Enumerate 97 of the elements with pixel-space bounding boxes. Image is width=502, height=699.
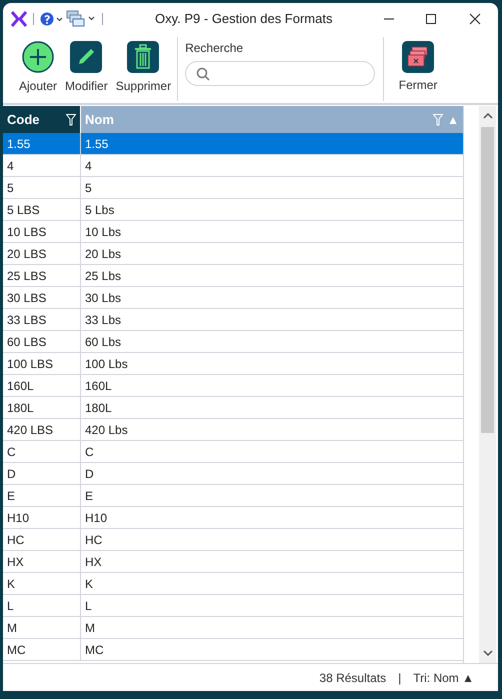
table-row[interactable]: E E	[3, 485, 463, 507]
table-cell-text: 30 Lbs	[84, 290, 122, 306]
table-row[interactable]: H10 H10	[3, 507, 463, 529]
separator: |	[398, 670, 402, 686]
table-cell: 160L	[3, 375, 81, 396]
table-cell: 10 LBS	[3, 221, 81, 242]
close-icon[interactable]	[468, 12, 482, 26]
search-label: Recherche	[185, 40, 244, 57]
column-header[interactable]: Code	[3, 106, 81, 133]
table-cell-text: MC	[84, 642, 105, 658]
table-row[interactable]: 20 LBS 20 Lbs	[3, 243, 463, 265]
table-row[interactable]: MC MC	[3, 639, 463, 661]
trash-icon	[127, 41, 160, 73]
table-row[interactable]: K K	[3, 573, 463, 595]
table-cell: C	[3, 441, 81, 462]
table-cell-text: 5	[84, 180, 93, 196]
app-logo-icon[interactable]	[11, 11, 27, 27]
help-icon[interactable]	[40, 12, 64, 26]
close-button[interactable]: Fermer	[390, 35, 446, 103]
table-cell: 30 LBS	[3, 287, 81, 308]
add-button[interactable]: Ajouter	[19, 37, 58, 95]
plus-icon	[22, 41, 54, 73]
table-cell-text: 160L	[84, 378, 113, 394]
table-cell: HX	[3, 551, 81, 572]
table-cell: MC	[3, 639, 81, 660]
search-field[interactable]	[185, 61, 376, 86]
table-cell-text: 4	[84, 158, 93, 174]
table-row[interactable]: 160L 160L	[3, 375, 463, 397]
table-cell: 1.55	[3, 133, 81, 154]
table-cell: 25 LBS	[3, 265, 81, 286]
table-row[interactable]: 5 LBS 5 Lbs	[3, 199, 463, 221]
sort-status: Tri: Nom ▲	[413, 670, 474, 686]
table-row[interactable]: 100 LBS 100 Lbs	[3, 353, 463, 375]
table-cell: K	[3, 573, 81, 594]
table-cell: 4	[3, 155, 81, 176]
table-cell: 33 LBS	[3, 309, 81, 330]
table-cell: 20 LBS	[3, 243, 81, 264]
search-icon	[196, 66, 210, 80]
table-row[interactable]: 1.55 1.55	[3, 133, 463, 155]
table-row[interactable]: 10 LBS 10 Lbs	[3, 221, 463, 243]
edit-button[interactable]: Modifier	[65, 37, 108, 95]
table-row[interactable]: 30 LBS 30 Lbs	[3, 287, 463, 309]
table-cell-text: 5 Lbs	[84, 202, 116, 218]
table-cell-text: D	[84, 466, 95, 482]
table-row[interactable]: 25 LBS 25 Lbs	[3, 265, 463, 287]
table-cell: 420 LBS	[3, 419, 81, 440]
table-cell: D	[3, 463, 81, 484]
table-cell: 180L	[3, 397, 81, 418]
table-cell: H10	[3, 507, 81, 528]
table-row[interactable]: 5 5	[3, 177, 463, 199]
close-windows-icon	[402, 41, 434, 73]
result-count: 38 Résultats	[319, 670, 386, 686]
filter-icon[interactable]	[66, 114, 76, 126]
table-cell-text: 33 Lbs	[84, 312, 122, 328]
table-cell: 5	[3, 177, 81, 198]
table-cell-text: HX	[84, 554, 103, 570]
scroll-thumb[interactable]	[481, 127, 494, 433]
table-cell: L	[3, 595, 81, 616]
table-row[interactable]: 180L 180L	[3, 397, 463, 419]
table-cell-text: 180L	[84, 400, 113, 416]
table-cell-text: 420 Lbs	[84, 422, 129, 438]
table-cell-text: 100 Lbs	[84, 356, 129, 372]
table-cell: HC	[3, 529, 81, 550]
scroll-down-icon[interactable]	[482, 649, 492, 657]
table-row[interactable]: 60 LBS 60 Lbs	[3, 331, 463, 353]
maximize-icon[interactable]	[424, 12, 438, 26]
delete-button[interactable]: Supprimer	[116, 37, 172, 95]
table-cell-text: E	[84, 488, 94, 504]
table-cell-text: C	[84, 444, 95, 460]
table-cell-text: 10 Lbs	[84, 224, 122, 240]
pencil-icon	[70, 41, 102, 73]
table-cell: 60 LBS	[3, 331, 81, 352]
table-cell: 5 LBS	[3, 199, 81, 220]
table-cell-text: L	[84, 598, 93, 614]
table-cell: 100 LBS	[3, 353, 81, 374]
table-cell: E	[3, 485, 81, 506]
table-cell: M	[3, 617, 81, 638]
table-row[interactable]: 33 LBS 33 Lbs	[3, 309, 463, 331]
table-row[interactable]: HC HC	[3, 529, 463, 551]
table-cell-text: HC	[84, 532, 104, 548]
table-row[interactable]: M M	[3, 617, 463, 639]
window-title: Oxy. P9 - Gestion des Formats	[155, 10, 332, 28]
table-row[interactable]: HX HX	[3, 551, 463, 573]
table-cell-text: 25 Lbs	[84, 268, 122, 284]
table-row[interactable]: C C	[3, 441, 463, 463]
table-row[interactable]: L L	[3, 595, 463, 617]
table-cell-text: 20 Lbs	[84, 246, 122, 262]
scrollbar[interactable]	[479, 106, 496, 663]
table-cell-text: K	[84, 576, 94, 592]
table-row[interactable]: 420 LBS 420 Lbs	[3, 419, 463, 441]
table-cell-text: 1.55	[84, 136, 110, 152]
scroll-up-icon[interactable]	[482, 112, 492, 120]
table-cell-text: 60 Lbs	[84, 334, 122, 350]
table-row[interactable]: D D	[3, 463, 463, 485]
table-row[interactable]: 4 4	[3, 155, 463, 177]
table-cell-text: M	[84, 620, 96, 636]
table-cell-text: H10	[84, 510, 108, 526]
